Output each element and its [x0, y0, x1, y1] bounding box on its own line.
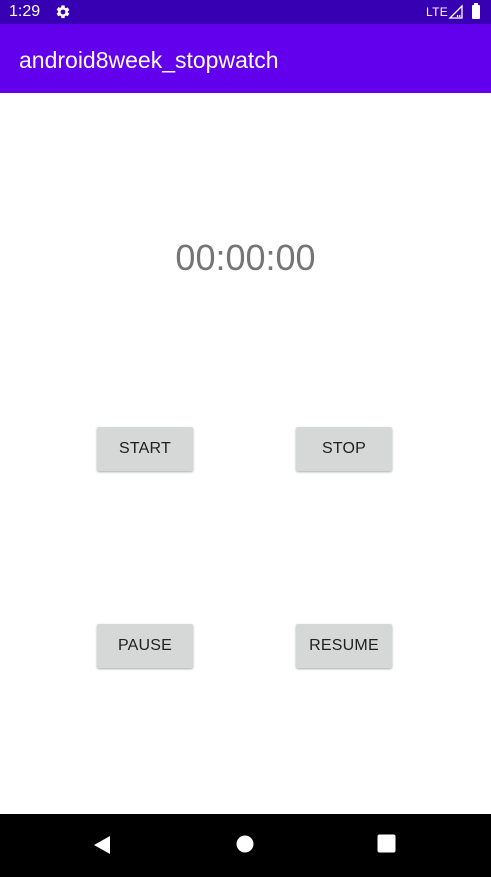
timer-display: 00:00:00 [175, 237, 316, 278]
stopwatch-screen: 1:29 LTE android8week_stopwatch 00:00:00… [0, 0, 491, 877]
network-type: LTE [426, 5, 449, 19]
navigation-bar [0, 814, 491, 877]
recents-icon[interactable] [377, 834, 396, 853]
home-icon[interactable] [236, 835, 254, 853]
status-bar: 1:29 LTE [0, 0, 491, 24]
resume-button[interactable]: RESUME [296, 624, 392, 668]
app-title: android8week_stopwatch [19, 47, 279, 73]
stop-button[interactable]: STOP [296, 427, 392, 471]
status-time: 1:29 [9, 3, 41, 20]
start-button[interactable]: START [97, 427, 193, 471]
gear-icon [56, 5, 70, 19]
back-icon[interactable] [92, 835, 112, 855]
app-bar: android8week_stopwatch [0, 24, 491, 93]
pause-button[interactable]: PAUSE [97, 624, 193, 668]
battery-icon [472, 3, 480, 19]
signal-icon [448, 4, 463, 19]
